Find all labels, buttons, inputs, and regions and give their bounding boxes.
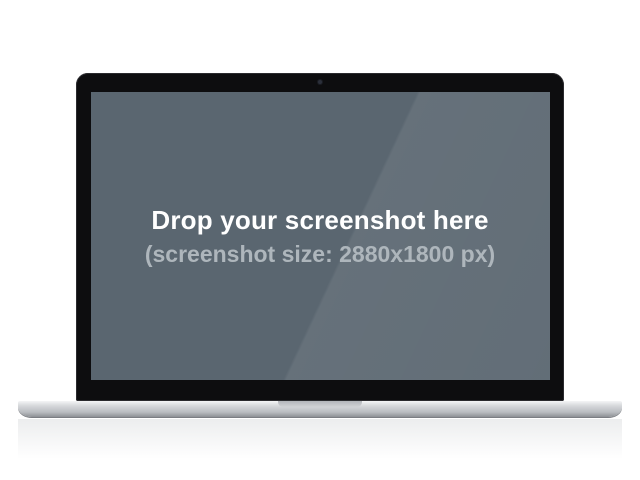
lid-opening-notch (278, 401, 362, 407)
screenshot-drop-zone[interactable] (91, 92, 550, 380)
laptop-mockup: Drop your screenshot here (screenshot si… (0, 0, 640, 480)
drop-zone-size-hint: (screenshot size: 2880x1800 px) (144, 241, 496, 267)
floor-reflection (18, 419, 622, 459)
drop-zone-title: Drop your screenshot here (151, 205, 489, 235)
webcam-icon (318, 80, 322, 84)
screen-glare (91, 92, 550, 380)
